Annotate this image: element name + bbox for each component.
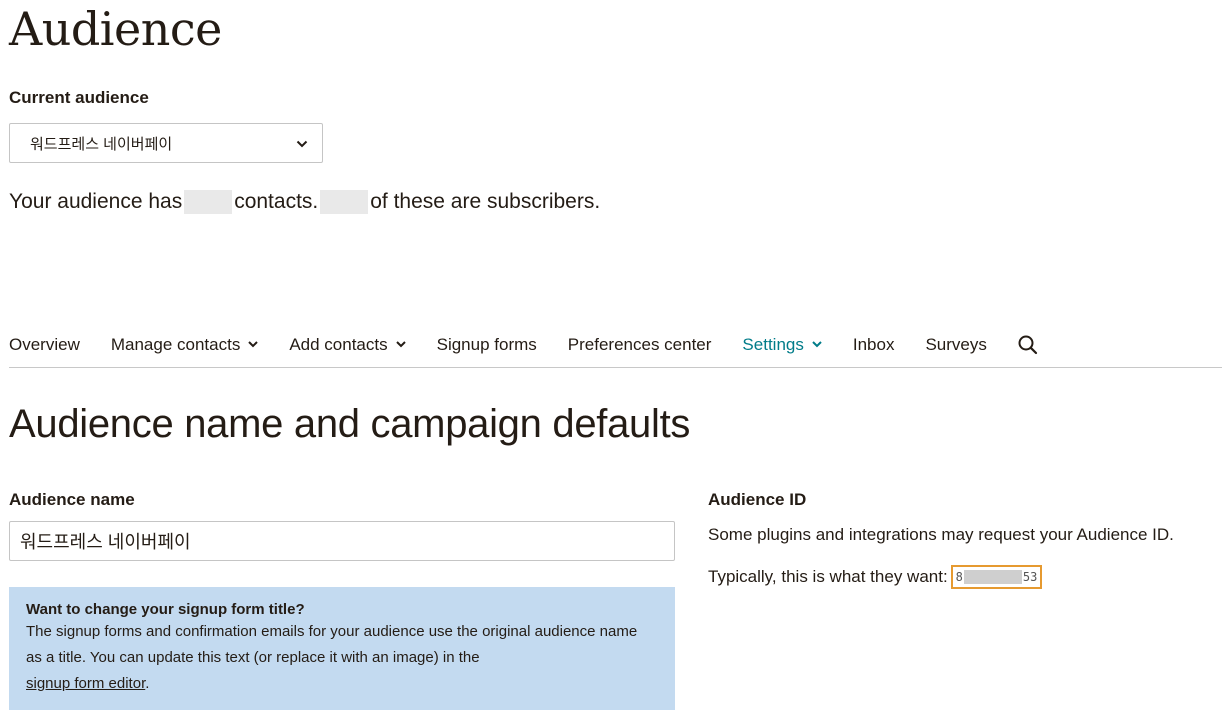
- nav-item-inbox[interactable]: Inbox: [853, 335, 895, 355]
- nav-item-label: Surveys: [925, 334, 987, 354]
- chevron-down-icon: [812, 339, 822, 351]
- audience-id-end: 53: [1022, 570, 1038, 584]
- current-audience-label: Current audience: [9, 88, 149, 107]
- audience-nav: Overview Manage contacts Add contacts Signu…: [9, 322, 1222, 368]
- info-title: Want to change your signup form title?: [26, 601, 305, 618]
- audience-select[interactable]: 워드프레스 네이버페이: [9, 123, 323, 163]
- audience-summary: Your audience has contacts. of these are…: [9, 190, 600, 214]
- audience-id-line: Typically, this is what they want: 8 53: [708, 565, 1043, 589]
- nav-item-label: Inbox: [852, 334, 895, 354]
- audience-id-description: Some plugins and integrations may reques…: [708, 525, 1174, 544]
- chevron-down-icon: [395, 339, 406, 351]
- audience-id-start: 8: [955, 570, 963, 584]
- nav-item-label: Overview: [9, 334, 80, 354]
- nav-item-label: Add contacts: [289, 334, 388, 354]
- audience-id-value[interactable]: 8 53: [950, 565, 1043, 589]
- audience-name-input[interactable]: [9, 521, 675, 561]
- chevron-down-icon: [248, 339, 259, 351]
- search-icon[interactable]: [1018, 335, 1038, 355]
- chevron-down-icon: [296, 135, 308, 152]
- redacted-contacts-count: [184, 190, 233, 214]
- nav-item-surveys[interactable]: Surveys: [925, 335, 986, 355]
- summary-suffix: of these are subscribers.: [370, 190, 601, 213]
- info-body-text: The signup forms and confirmation emails…: [26, 623, 638, 666]
- info-body: The signup forms and confirmation emails…: [26, 619, 654, 697]
- nav-item-label: Signup forms: [436, 334, 537, 354]
- nav-items: Overview Manage contacts Add contacts Signu…: [9, 335, 1018, 355]
- audience-select-value: 워드프레스 네이버페이: [30, 135, 173, 153]
- nav-item-settings[interactable]: Settings: [742, 334, 822, 355]
- nav-item-add-contacts[interactable]: Add contacts: [289, 334, 406, 355]
- nav-item-label: Manage contacts: [110, 334, 241, 354]
- nav-item-signup-forms[interactable]: Signup forms: [437, 335, 537, 355]
- audience-id-label: Audience ID: [708, 490, 807, 509]
- page-title: Audience: [9, 2, 222, 56]
- summary-middle: contacts.: [234, 190, 319, 213]
- nav-item-label: Settings: [742, 334, 804, 354]
- nav-item-label: Preferences center: [567, 334, 712, 354]
- nav-item-overview[interactable]: Overview: [9, 335, 80, 355]
- redacted-audience-id: [963, 570, 1022, 584]
- section-title: Audience name and campaign defaults: [9, 402, 691, 446]
- signup-form-editor-link[interactable]: signup form editor: [26, 675, 145, 692]
- summary-prefix: Your audience has: [9, 190, 183, 213]
- redacted-subscribers-count: [320, 190, 369, 214]
- signup-title-info-box: Want to change your signup form title? T…: [9, 587, 675, 710]
- nav-item-preferences-center[interactable]: Preferences center: [568, 335, 712, 355]
- audience-name-label: Audience name: [9, 490, 135, 509]
- nav-item-manage-contacts[interactable]: Manage contacts: [110, 334, 259, 355]
- info-end: .: [145, 675, 150, 692]
- audience-id-typical-text: Typically, this is what they want:: [708, 567, 948, 586]
